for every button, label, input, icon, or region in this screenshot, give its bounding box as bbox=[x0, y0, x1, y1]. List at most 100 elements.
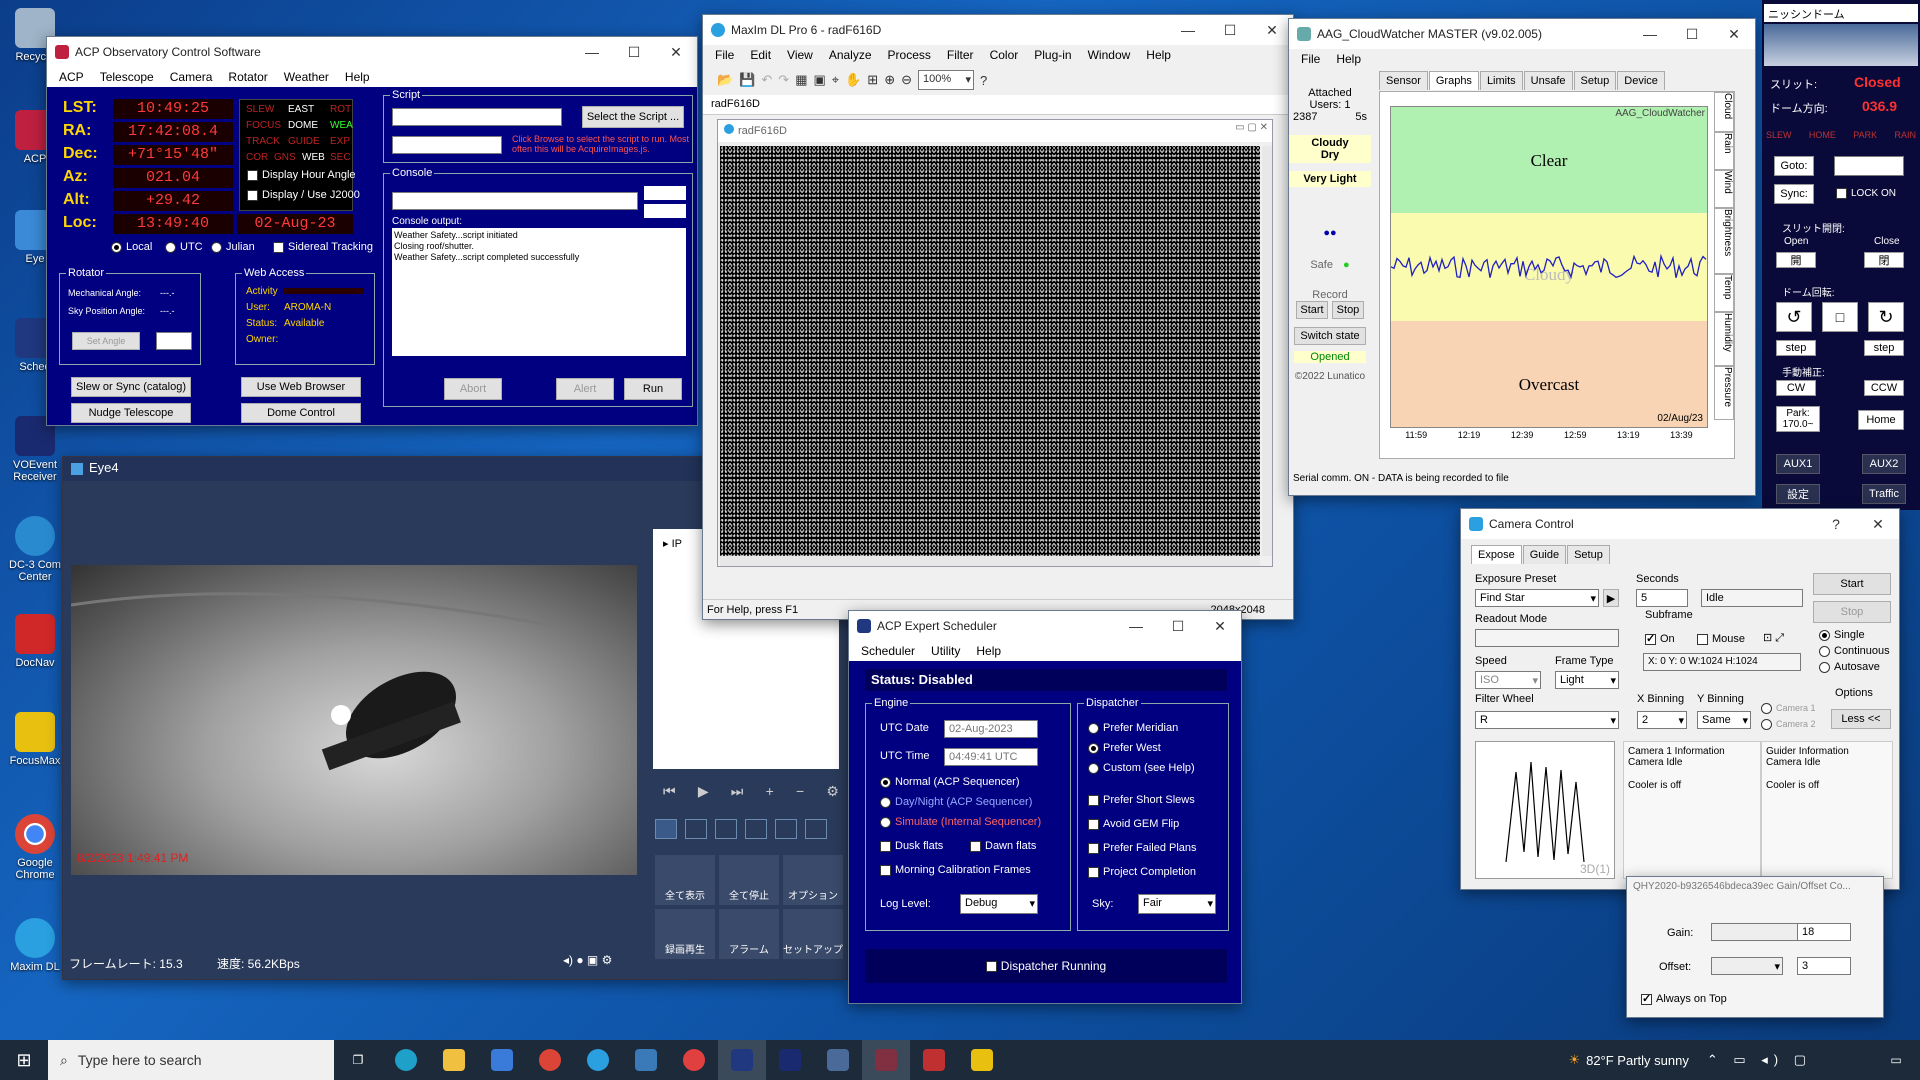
desktop-icon-chrome[interactable]: Google Chrome bbox=[2, 814, 68, 881]
maxim-titlebar[interactable]: MaxIm DL Pro 6 - radF616D — ☐ ✕ bbox=[703, 15, 1293, 45]
minimize-icon[interactable]: — bbox=[1167, 15, 1209, 45]
redo-icon[interactable]: ↷ bbox=[778, 72, 789, 88]
nudge-telescope-button[interactable]: Nudge Telescope bbox=[71, 403, 191, 423]
open-icon[interactable]: 📂 bbox=[717, 72, 733, 88]
playback-button[interactable]: 録画再生 bbox=[655, 909, 715, 959]
preset-select[interactable]: Find Star ▾ bbox=[1475, 589, 1599, 607]
child-controls[interactable]: ▭ ▢ ✕ bbox=[1235, 122, 1268, 133]
custom-radio[interactable]: Custom (see Help) bbox=[1088, 762, 1195, 774]
stop-button[interactable]: Stop bbox=[1813, 601, 1891, 623]
run-button[interactable]: Run bbox=[624, 378, 682, 400]
layout-4-icon[interactable] bbox=[685, 819, 707, 839]
select-script-button[interactable]: Select the Script ... bbox=[582, 106, 684, 128]
morning-cal-check[interactable]: Morning Calibration Frames bbox=[880, 864, 1031, 876]
camera1-radio[interactable]: Camera 1 bbox=[1761, 703, 1816, 715]
continuous-radio[interactable]: Continuous bbox=[1819, 645, 1890, 657]
taskbar-app-4[interactable] bbox=[862, 1040, 910, 1080]
maximize-icon[interactable]: ☐ bbox=[1209, 15, 1251, 45]
tab-sensor[interactable]: Sensor bbox=[1379, 71, 1428, 90]
minimize-icon[interactable]: — bbox=[1629, 19, 1671, 49]
alarm-button[interactable]: アラーム bbox=[719, 909, 779, 959]
tray-icons[interactable]: ⌃ ▭ ◂) ▢ bbox=[1707, 1052, 1812, 1068]
sky-select[interactable]: Fair ▾ bbox=[1138, 894, 1216, 914]
tab-guide[interactable]: Guide bbox=[1522, 545, 1567, 564]
frame-type-select[interactable]: Light ▾ bbox=[1555, 671, 1619, 689]
gear-icon[interactable]: ⚙ bbox=[826, 783, 839, 800]
angle-input[interactable]: 000.0 bbox=[156, 332, 192, 350]
show-all-button[interactable]: 全て表示 bbox=[655, 855, 715, 905]
desktop-icon-focusmax[interactable]: FocusMax bbox=[2, 712, 68, 767]
menu-help[interactable]: Help bbox=[968, 644, 1009, 658]
slew-sync-button[interactable]: Slew or Sync (catalog) bbox=[71, 377, 191, 397]
taskbar-maxim[interactable] bbox=[574, 1040, 622, 1080]
taskbar-app-2[interactable] bbox=[766, 1040, 814, 1080]
menu-telescope[interactable]: Telescope bbox=[92, 70, 162, 84]
camera2-radio[interactable]: Camera 2 bbox=[1761, 719, 1816, 731]
goto-button[interactable]: Goto: bbox=[1774, 156, 1814, 176]
task-view-button[interactable]: ❐ bbox=[334, 1040, 382, 1080]
menu-utility[interactable]: Utility bbox=[923, 644, 968, 658]
tab-setup[interactable]: Setup bbox=[1567, 545, 1610, 564]
less-button[interactable]: Less << bbox=[1831, 709, 1891, 729]
notifications-button[interactable]: ▭ bbox=[1872, 1040, 1920, 1080]
script-lang-select[interactable]: VBScript ▾ bbox=[392, 136, 502, 154]
zoom-in-icon[interactable]: ⊕ bbox=[884, 72, 895, 88]
layout-1-icon[interactable] bbox=[655, 819, 677, 839]
weather-widget[interactable]: ☀ 82°F Partly sunny bbox=[1568, 1052, 1688, 1068]
mode-normal-radio[interactable]: Normal (ACP Sequencer) bbox=[880, 776, 1020, 788]
desktop-icon-docnav[interactable]: DocNav bbox=[2, 614, 68, 669]
script-file-input[interactable]: ACP-Weather.vbs bbox=[392, 108, 562, 126]
offset-select[interactable]: ▾ bbox=[1711, 957, 1783, 975]
autosave-radio[interactable]: Autosave bbox=[1819, 661, 1880, 673]
always-on-top-check[interactable]: Always on Top bbox=[1641, 992, 1727, 1005]
time-local-radio[interactable]: Local bbox=[111, 241, 152, 253]
stop-all-button[interactable]: 全て停止 bbox=[719, 855, 779, 905]
mode-daynight-radio[interactable]: Day/Night (ACP Sequencer) bbox=[880, 796, 1032, 808]
acp-titlebar[interactable]: ACP Observatory Control Software — ☐ ✕ bbox=[47, 37, 697, 67]
menu-acp[interactable]: ACP bbox=[51, 70, 92, 84]
layout-16-icon[interactable] bbox=[745, 819, 767, 839]
close-icon[interactable]: ✕ bbox=[1713, 19, 1755, 49]
side-tab-cloud[interactable]: Cloud bbox=[1714, 92, 1734, 132]
subframe-on-check[interactable]: On bbox=[1645, 632, 1675, 645]
help-cursor-icon[interactable]: ? bbox=[980, 73, 987, 88]
taskbar-explorer[interactable] bbox=[430, 1040, 478, 1080]
ccw-button[interactable]: CCW bbox=[1864, 380, 1904, 396]
vertical-scrollbar[interactable] bbox=[1262, 146, 1272, 556]
dome-control-button[interactable]: Dome Control bbox=[241, 403, 361, 423]
taskbar-mail[interactable] bbox=[478, 1040, 526, 1080]
close-icon[interactable]: ✕ bbox=[655, 37, 697, 67]
minimize-icon[interactable]: — bbox=[571, 37, 613, 67]
menu-help[interactable]: Help bbox=[1328, 52, 1369, 66]
document-tab[interactable]: radF616D bbox=[703, 95, 1293, 115]
alert-button[interactable]: Alert bbox=[556, 378, 614, 400]
record-start-button[interactable]: Start bbox=[1296, 301, 1328, 319]
taskbar-app-3[interactable] bbox=[814, 1040, 862, 1080]
child-titlebar[interactable]: radF616D ▭ ▢ ✕ bbox=[718, 120, 1272, 142]
stop-square-icon[interactable]: □ bbox=[1822, 302, 1858, 332]
taskbar-edge[interactable] bbox=[382, 1040, 430, 1080]
lock-on-check[interactable]: LOCK ON bbox=[1836, 188, 1896, 199]
zoom-select[interactable]: 100% ▾ bbox=[918, 70, 975, 90]
close-icon[interactable]: ✕ bbox=[1857, 509, 1899, 539]
menu-plugin[interactable]: Plug-in bbox=[1026, 48, 1079, 62]
cw-button[interactable]: CW bbox=[1776, 380, 1816, 396]
menu-edit[interactable]: Edit bbox=[742, 48, 779, 62]
minimize-icon[interactable]: — bbox=[1115, 611, 1157, 641]
maximize-icon[interactable]: ☐ bbox=[1157, 611, 1199, 641]
j2000-check[interactable]: Display / Use J2000 bbox=[247, 189, 360, 201]
help-icon[interactable]: ? bbox=[1815, 509, 1857, 539]
tab-limits[interactable]: Limits bbox=[1479, 71, 1523, 90]
set-angle-button[interactable]: Set Angle bbox=[72, 332, 140, 350]
minus-icon[interactable]: − bbox=[796, 783, 804, 800]
sync-button[interactable]: Sync: bbox=[1774, 184, 1814, 204]
qhy-title[interactable]: QHY2020-b9326546bdeca39ec Gain/Offset Co… bbox=[1633, 881, 1879, 892]
home-button[interactable]: Home bbox=[1858, 410, 1904, 430]
side-tab-brightness[interactable]: Brightness bbox=[1714, 208, 1734, 274]
menu-window[interactable]: Window bbox=[1080, 48, 1139, 62]
next-icon[interactable]: ⏭ bbox=[731, 783, 744, 800]
camera-icon[interactable]: ▦ bbox=[795, 72, 807, 88]
utc-date-input[interactable]: 02-Aug-2023 bbox=[944, 720, 1038, 738]
mouse-check[interactable]: Mouse bbox=[1697, 633, 1745, 645]
camera-view[interactable]: 8/2/2023 1:49:41 PM bbox=[70, 485, 637, 953]
